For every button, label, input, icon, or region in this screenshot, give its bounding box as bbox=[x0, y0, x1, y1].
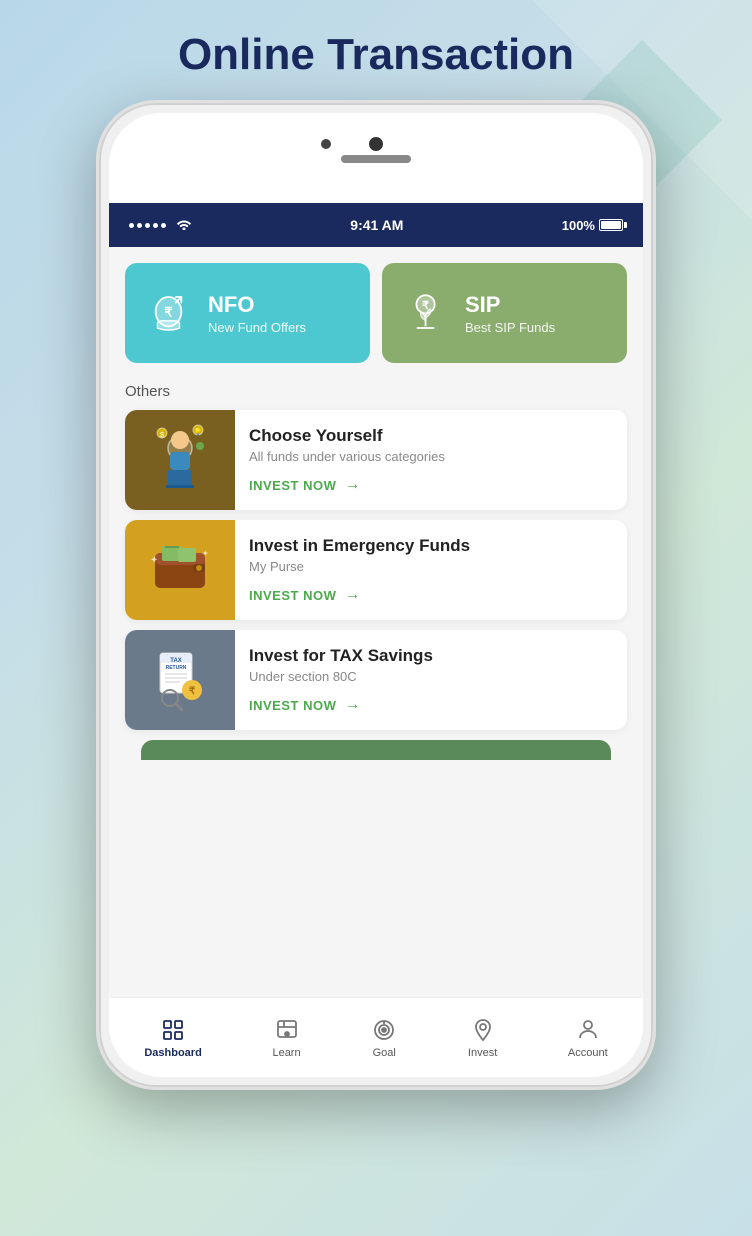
speaker bbox=[341, 155, 411, 163]
signal-dots bbox=[129, 223, 166, 228]
dot-2 bbox=[137, 223, 142, 228]
choose-arrow-icon: → bbox=[344, 476, 361, 494]
nav-account[interactable]: Account bbox=[568, 1017, 608, 1059]
svg-text:₹: ₹ bbox=[422, 300, 429, 312]
status-time: 9:41 AM bbox=[350, 217, 403, 233]
nfo-card[interactable]: ₹ NFO New Fund Offers bbox=[125, 263, 370, 363]
screen-content: ₹ NFO New Fund Offers bbox=[109, 247, 643, 1077]
svg-text:💡: 💡 bbox=[194, 427, 203, 436]
nfo-icon: ₹ bbox=[141, 286, 196, 341]
wifi-icon bbox=[176, 217, 192, 233]
learn-label: Learn bbox=[272, 1047, 300, 1059]
sip-icon: ₹ bbox=[398, 286, 453, 341]
emergency-cta-text: INVEST NOW bbox=[249, 588, 336, 603]
tax-arrow-icon: → bbox=[344, 696, 361, 714]
emergency-title: Invest in Emergency Funds bbox=[249, 536, 613, 556]
emergency-subtitle: My Purse bbox=[249, 559, 613, 574]
svg-text:✦: ✦ bbox=[202, 549, 209, 558]
page-title: Online Transaction bbox=[178, 30, 574, 80]
nav-invest[interactable]: Invest bbox=[468, 1017, 497, 1059]
emergency-invest-btn[interactable]: INVEST NOW → bbox=[249, 586, 613, 604]
fund-cards-row: ₹ NFO New Fund Offers bbox=[109, 247, 643, 375]
sip-title: SIP bbox=[465, 292, 555, 318]
camera-lens bbox=[369, 137, 383, 151]
tax-subtitle: Under section 80C bbox=[249, 669, 613, 684]
dot-5 bbox=[161, 223, 166, 228]
nav-goal[interactable]: Goal bbox=[371, 1017, 397, 1059]
svg-text:$: $ bbox=[160, 432, 164, 439]
choose-cta-text: INVEST NOW bbox=[249, 478, 336, 493]
status-left bbox=[129, 217, 192, 233]
choose-content: Choose Yourself All funds under various … bbox=[235, 410, 627, 510]
sip-text: SIP Best SIP Funds bbox=[465, 292, 555, 335]
sip-card[interactable]: ₹ SIP Best S bbox=[382, 263, 627, 363]
sip-subtitle: Best SIP Funds bbox=[465, 320, 555, 335]
nav-dashboard[interactable]: Dashboard bbox=[144, 1017, 201, 1059]
tax-invest-btn[interactable]: INVEST NOW → bbox=[249, 696, 613, 714]
emergency-card[interactable]: ✦ ✦ Invest in Emergency Funds My Purse I… bbox=[125, 520, 627, 620]
tax-cta-text: INVEST NOW bbox=[249, 698, 336, 713]
nfo-subtitle: New Fund Offers bbox=[208, 320, 306, 335]
svg-text:₹: ₹ bbox=[164, 304, 173, 319]
invest-label: Invest bbox=[468, 1047, 497, 1059]
svg-text:TAX: TAX bbox=[170, 658, 182, 664]
nfo-text: NFO New Fund Offers bbox=[208, 292, 306, 335]
dashboard-icon bbox=[160, 1017, 186, 1043]
battery-fill bbox=[601, 221, 621, 229]
svg-text:✦: ✦ bbox=[150, 555, 158, 566]
dot-1 bbox=[129, 223, 134, 228]
partial-card bbox=[141, 740, 611, 760]
dot-3 bbox=[145, 223, 150, 228]
choose-subtitle: All funds under various categories bbox=[249, 449, 613, 464]
phone-top-bar bbox=[109, 113, 643, 203]
battery-icon bbox=[599, 219, 623, 231]
svg-text:RETURN: RETURN bbox=[166, 665, 187, 671]
tax-content: Invest for TAX Savings Under section 80C… bbox=[235, 630, 627, 730]
battery-percent: 100% bbox=[562, 218, 595, 233]
phone-mockup: 9:41 AM 100% bbox=[96, 100, 656, 1090]
learn-icon bbox=[274, 1017, 300, 1043]
others-label: Others bbox=[125, 383, 627, 400]
status-right: 100% bbox=[562, 218, 623, 233]
tax-card[interactable]: TAX RETURN ₹ bbox=[125, 630, 627, 730]
choose-invest-btn[interactable]: INVEST NOW → bbox=[249, 476, 613, 494]
bottom-nav: Dashboard Learn bbox=[109, 997, 643, 1077]
dashboard-label: Dashboard bbox=[144, 1047, 201, 1059]
account-icon bbox=[575, 1017, 601, 1043]
account-label: Account bbox=[568, 1047, 608, 1059]
tax-title: Invest for TAX Savings bbox=[249, 646, 613, 666]
dot-4 bbox=[153, 223, 158, 228]
choose-yourself-card[interactable]: $ 💡 Choose Yourself All funds bbox=[125, 410, 627, 510]
invest-icon bbox=[470, 1017, 496, 1043]
goal-label: Goal bbox=[373, 1047, 396, 1059]
tax-image: TAX RETURN ₹ bbox=[125, 630, 235, 730]
svg-text:₹: ₹ bbox=[189, 686, 196, 697]
goal-icon bbox=[371, 1017, 397, 1043]
nav-learn[interactable]: Learn bbox=[272, 1017, 300, 1059]
choose-image: $ 💡 bbox=[125, 410, 235, 510]
others-section: Others bbox=[109, 375, 643, 764]
status-bar: 9:41 AM 100% bbox=[109, 203, 643, 247]
emergency-content: Invest in Emergency Funds My Purse INVES… bbox=[235, 520, 627, 620]
choose-title: Choose Yourself bbox=[249, 426, 613, 446]
emergency-arrow-icon: → bbox=[344, 586, 361, 604]
emergency-image: ✦ ✦ bbox=[125, 520, 235, 620]
front-camera bbox=[321, 139, 331, 149]
nfo-title: NFO bbox=[208, 292, 306, 318]
